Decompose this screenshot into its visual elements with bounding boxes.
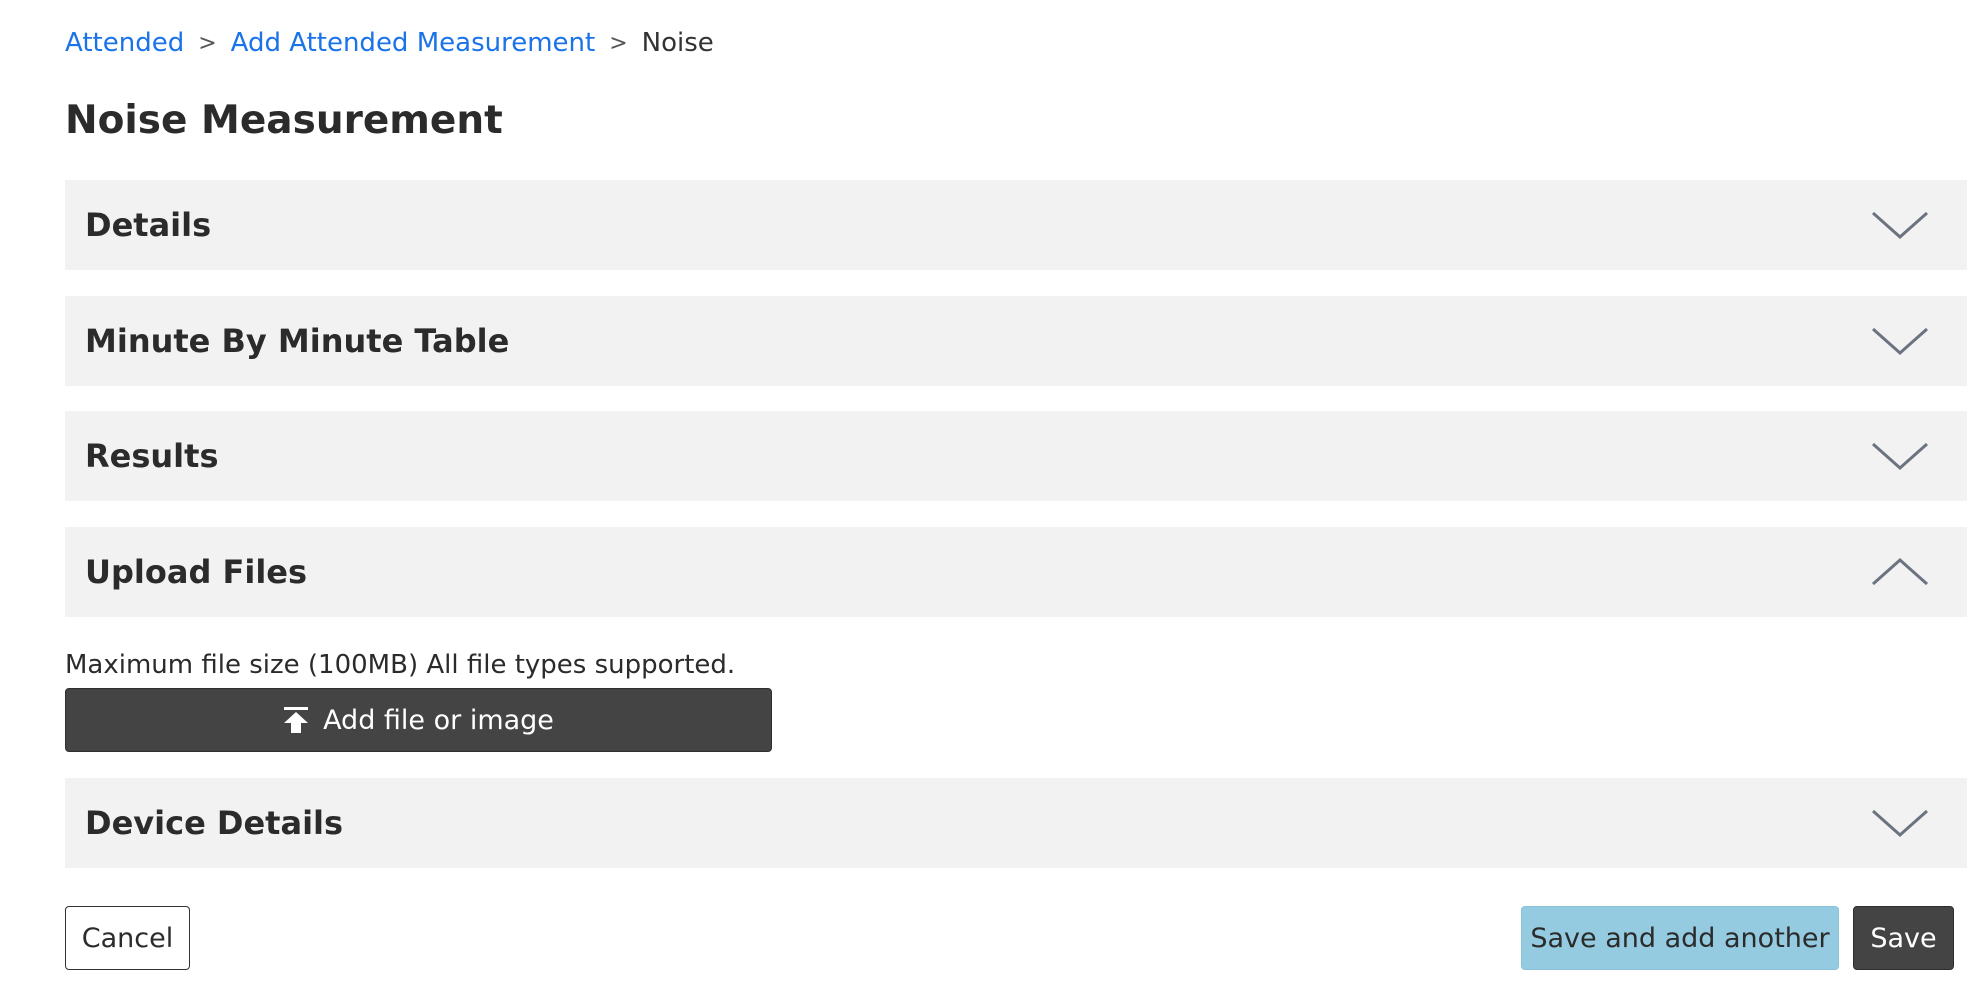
add-file-button[interactable]: Add file or image xyxy=(65,688,772,752)
breadcrumb: Attended > Add Attended Measurement > No… xyxy=(65,28,714,58)
chevron-down-icon xyxy=(1872,211,1928,240)
upload-size-note: Maximum file size (100MB) All file types… xyxy=(65,650,736,680)
section-device-details-header[interactable]: Device Details xyxy=(65,778,1967,868)
section-upload-files-title: Upload Files xyxy=(85,553,308,591)
save-and-add-another-button[interactable]: Save and add another xyxy=(1521,906,1839,970)
breadcrumb-link-attended[interactable]: Attended xyxy=(65,28,184,58)
section-results-title: Results xyxy=(85,437,219,475)
section-results-header[interactable]: Results xyxy=(65,411,1967,501)
upload-icon xyxy=(284,707,309,733)
breadcrumb-separator: > xyxy=(198,30,217,56)
add-file-button-label: Add file or image xyxy=(323,704,554,736)
cancel-button[interactable]: Cancel xyxy=(65,906,190,970)
section-upload-files-header[interactable]: Upload Files xyxy=(65,527,1967,617)
breadcrumb-link-add-attended-measurement[interactable]: Add Attended Measurement xyxy=(231,28,596,58)
section-device-details-title: Device Details xyxy=(85,804,344,842)
section-minute-table-title: Minute By Minute Table xyxy=(85,322,510,360)
chevron-up-icon xyxy=(1872,557,1928,586)
section-minute-table-header[interactable]: Minute By Minute Table xyxy=(65,296,1967,386)
chevron-down-icon xyxy=(1872,327,1928,356)
save-button[interactable]: Save xyxy=(1853,906,1954,970)
section-details-header[interactable]: Details xyxy=(65,180,1967,270)
page-title: Noise Measurement xyxy=(65,98,503,143)
breadcrumb-separator: > xyxy=(609,30,628,56)
section-details-title: Details xyxy=(85,206,212,244)
chevron-down-icon xyxy=(1872,809,1928,838)
breadcrumb-current: Noise xyxy=(641,28,714,58)
chevron-down-icon xyxy=(1872,442,1928,471)
